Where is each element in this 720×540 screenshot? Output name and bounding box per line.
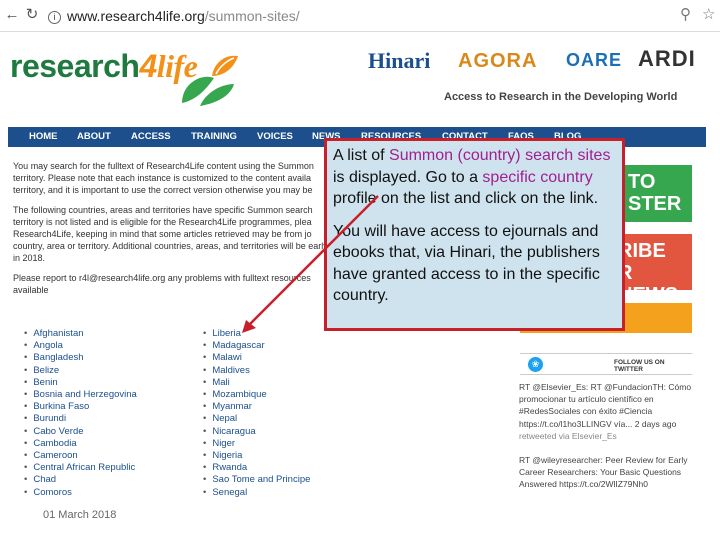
agora-logo[interactable]: AGORA xyxy=(458,50,537,80)
country-link[interactable]: Malawi xyxy=(203,352,310,364)
tweet-item[interactable]: RT @Elsevier_Es: RT @FundacionTH: Cómo p… xyxy=(519,381,694,442)
country-link[interactable]: Nigeria xyxy=(203,450,310,462)
ardi-logo[interactable]: ARDI xyxy=(638,46,696,76)
leaf-logo-icon xyxy=(182,55,238,106)
country-link[interactable]: Bangladesh xyxy=(24,352,137,364)
country-link[interactable]: Mali xyxy=(203,377,310,389)
back-arrow-icon[interactable]: ← xyxy=(2,5,22,25)
country-list-col2: Liberia Madagascar Malawi Maldives Mali … xyxy=(203,328,310,499)
tweet-text: RT @Elsevier_Es: RT @FundacionTH: Cómo p… xyxy=(519,382,692,429)
research4life-logo[interactable]: research4life xyxy=(10,48,198,85)
country-link[interactable]: Nicaragua xyxy=(203,426,310,438)
register-banner-text: TO STER xyxy=(628,171,682,215)
nav-access[interactable]: ACCESS xyxy=(131,127,171,147)
intro-paragraph-2: The following countries, areas and terri… xyxy=(13,205,328,263)
country-link[interactable]: Benin xyxy=(24,377,137,389)
country-link[interactable]: Bosnia and Herzegovina xyxy=(24,389,137,401)
country-link[interactable]: Myanmar xyxy=(203,401,310,413)
nav-training[interactable]: TRAINING xyxy=(191,127,237,147)
oare-logo[interactable]: OARE xyxy=(566,50,622,80)
country-link[interactable]: Cameroon xyxy=(24,450,137,462)
country-link[interactable]: Sao Tome and Principe xyxy=(203,474,310,486)
country-link[interactable]: Belize xyxy=(24,365,137,377)
bookmark-star-icon[interactable]: ☆ xyxy=(702,5,715,23)
country-link[interactable]: Burundi xyxy=(24,413,137,425)
country-link[interactable]: Burkina Faso xyxy=(24,401,137,413)
tweet-text: RT @wileyresearcher: Peer Review for Ear… xyxy=(519,455,688,490)
hinari-logo[interactable]: Hinari xyxy=(368,48,430,78)
country-link[interactable]: Niger xyxy=(203,438,310,450)
nav-home[interactable]: HOME xyxy=(29,127,58,147)
callout-paragraph-1: A list of Summon (country) search sites … xyxy=(333,147,611,207)
country-link[interactable]: Angola xyxy=(24,340,137,352)
site-tagline: Access to Research in the Developing Wor… xyxy=(444,91,678,103)
country-link[interactable]: Liberia xyxy=(203,328,310,340)
twitter-follow-label: FOLLOW US ON TWITTER xyxy=(614,359,665,373)
country-link[interactable]: Rwanda xyxy=(203,462,310,474)
country-link[interactable]: Nepal xyxy=(203,413,310,425)
country-link[interactable]: Chad xyxy=(24,474,137,486)
country-link[interactable]: Cabo Verde xyxy=(24,426,137,438)
slide-date: 01 March 2018 xyxy=(43,509,117,521)
country-link[interactable]: Comoros xyxy=(24,487,137,499)
intro-paragraph-1: You may search for the fulltext of Resea… xyxy=(13,161,314,195)
country-list-col1: Afghanistan Angola Bangladesh Belize Ben… xyxy=(24,328,137,499)
country-link[interactable]: Senegal xyxy=(203,487,310,499)
intro-paragraph-3: Please report to r4l@research4life.org a… xyxy=(13,273,311,295)
url-host: www.research4life.org xyxy=(67,8,205,24)
twitter-follow-bar[interactable]: ❀ FOLLOW US ON TWITTER xyxy=(520,353,692,375)
annotation-callout: A list of Summon (country) search sites … xyxy=(324,138,625,331)
nav-voices[interactable]: VOICES xyxy=(257,127,293,147)
subscribe-banner-text: RIBE R NEWS xyxy=(618,240,678,306)
country-link[interactable]: Afghanistan xyxy=(24,328,137,340)
tweet-via: retweeted via Elsevier_Es xyxy=(519,430,617,441)
info-icon[interactable]: i xyxy=(48,11,61,24)
zoom-icon[interactable]: ⚲ xyxy=(680,5,691,23)
browser-toolbar: ← ↻ i www.research4life.org/summon-sites/… xyxy=(0,0,720,32)
country-link[interactable]: Cambodia xyxy=(24,438,137,450)
nav-about[interactable]: ABOUT xyxy=(77,127,111,147)
address-bar[interactable]: i www.research4life.org/summon-sites/ xyxy=(48,6,668,26)
url-path: /summon-sites/ xyxy=(204,8,300,24)
refresh-icon[interactable]: ↻ xyxy=(22,5,42,25)
country-link[interactable]: Central African Republic xyxy=(24,462,137,474)
twitter-bird-icon: ❀ xyxy=(528,357,543,372)
country-link[interactable]: Madagascar xyxy=(203,340,310,352)
tweet-item[interactable]: RT @wileyresearcher: Peer Review for Ear… xyxy=(519,454,694,491)
tweet-feed: RT @Elsevier_Es: RT @FundacionTH: Cómo p… xyxy=(519,381,694,503)
callout-paragraph-2: You will have access to ejournals and eb… xyxy=(333,222,600,305)
country-link[interactable]: Maldives xyxy=(203,365,310,377)
intro-text: You may search for the fulltext of Resea… xyxy=(13,160,329,304)
country-link[interactable]: Mozambique xyxy=(203,389,310,401)
